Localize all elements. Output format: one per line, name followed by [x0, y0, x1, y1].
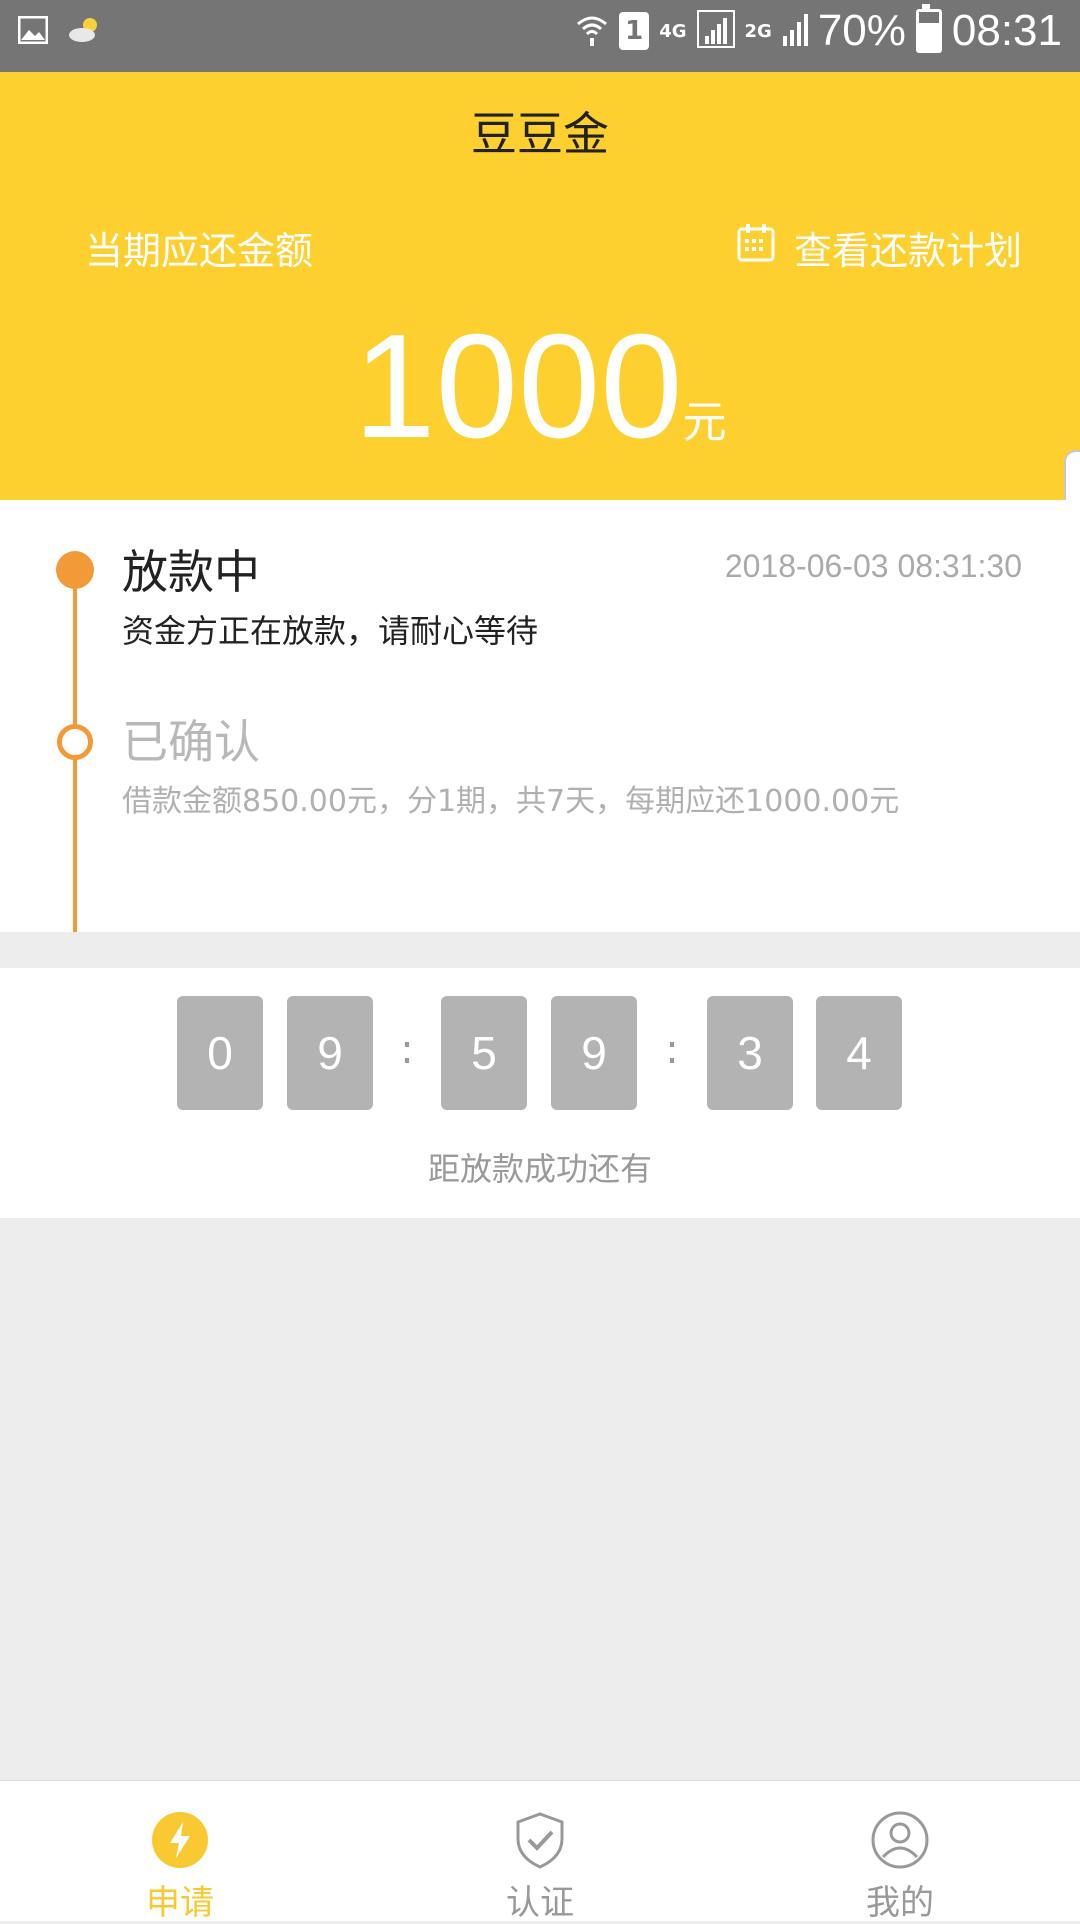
status-bar: 1 4G 2G 70% 08:31	[0, 0, 1080, 72]
gallery-icon	[17, 15, 49, 48]
calendar-icon	[736, 223, 776, 272]
nav-item-verify[interactable]: 认证	[360, 1781, 720, 1923]
header: 豆豆金 当期应还金额 查看还款计划 1000元	[0, 72, 1080, 500]
repayment-plan-label: 查看还款计划	[793, 229, 1022, 273]
countdown-digit: 0	[177, 996, 263, 1110]
step-description: 借款金额850.00元，分1期，共7天，每期应还1000.00元	[122, 784, 900, 819]
due-amount-value: 1000	[353, 304, 683, 469]
countdown-digit: 9	[551, 996, 637, 1110]
clock: 08:31	[951, 6, 1062, 55]
battery-icon	[915, 4, 942, 53]
nav-item-mine[interactable]: 我的	[720, 1781, 1080, 1923]
weather-icon	[66, 16, 102, 48]
countdown-digit: 9	[287, 996, 373, 1110]
lightning-icon	[151, 1811, 209, 1869]
network-2g-label: 2G	[744, 20, 772, 42]
timeline-dot-done	[57, 724, 93, 760]
network-4g-label: 4G	[659, 20, 687, 42]
due-amount-label: 当期应还金额	[85, 229, 314, 273]
sim-icon: 1	[619, 12, 650, 50]
wifi-icon	[575, 12, 609, 50]
signal-icon	[696, 10, 735, 52]
countdown-separator: :	[665, 1027, 679, 1073]
bottom-navigation: 申请 认证 我的	[0, 1780, 1080, 1923]
nav-label: 我的	[866, 1883, 934, 1923]
app-title: 豆豆金	[471, 107, 609, 161]
user-icon	[871, 1811, 929, 1869]
loan-status-timeline: 放款中 2018-06-03 08:31:30 资金方正在放款，请耐心等待 已确…	[0, 500, 1080, 932]
countdown-digit: 5	[441, 996, 527, 1110]
battery-percent: 70%	[817, 6, 906, 55]
countdown-panel: 0 9 : 5 9 : 3 4 距放款成功还有	[0, 968, 1080, 1218]
nav-label: 认证	[506, 1883, 574, 1923]
step-title: 已确认	[122, 715, 260, 769]
due-amount-unit: 元	[682, 397, 727, 448]
due-amount: 1000元	[0, 302, 1080, 472]
countdown-digit: 3	[707, 996, 793, 1110]
repayment-plan-link[interactable]: 查看还款计划	[736, 220, 1022, 275]
nav-label: 申请	[146, 1883, 214, 1923]
signal-2g-icon	[782, 12, 808, 50]
timeline-dot-current	[56, 551, 94, 589]
step-timestamp: 2018-06-03 08:31:30	[724, 548, 1022, 584]
step-description: 资金方正在放款，请耐心等待	[122, 612, 539, 650]
countdown-separator: :	[400, 1027, 414, 1073]
countdown-caption: 距放款成功还有	[427, 1150, 652, 1188]
step-title: 放款中	[122, 545, 260, 599]
nav-item-apply[interactable]: 申请	[0, 1781, 360, 1923]
shield-check-icon	[511, 1811, 569, 1869]
battery-level	[918, 23, 939, 50]
countdown-digit: 4	[816, 996, 902, 1110]
